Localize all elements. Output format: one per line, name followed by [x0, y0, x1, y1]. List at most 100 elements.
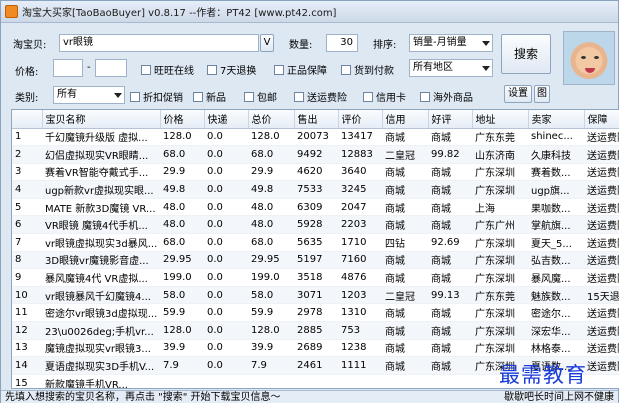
table-cell: 5928	[294, 215, 338, 235]
table-row[interactable]: 10 vr眼镜暴风千幻魔镜4... 58.0 0.0 58.0 3071 1203 二皇冠 99…	[12, 286, 619, 305]
table-cell: 128.0	[160, 128, 204, 147]
table-cell: 送运费险	[584, 251, 619, 270]
checkbox-overseas[interactable]: 海外商品	[420, 89, 473, 104]
table-cell: 魅族数...	[528, 286, 584, 305]
column-header[interactable]: 售出	[294, 110, 339, 129]
table-cell: 3518	[294, 268, 338, 287]
table-cell: 4	[12, 180, 42, 199]
settings-button[interactable]: 设置	[504, 85, 532, 103]
table-cell: 送运费险	[584, 233, 619, 252]
checkbox-box[interactable]	[244, 91, 254, 102]
table-cell: 0.0	[204, 128, 248, 147]
column-header[interactable]: 地址	[472, 110, 529, 129]
column-header[interactable]: 价格	[160, 110, 205, 129]
watermark-logo: 最需教育	[499, 363, 587, 387]
region-select[interactable]: 所有地区	[409, 59, 493, 77]
table-cell: 魔镜虚拟现实vr眼镜3...	[42, 339, 160, 358]
table-cell: 商城	[382, 128, 428, 147]
table-cell: 二皇冠	[382, 145, 428, 164]
table-row[interactable]: 5 MATE 新款3D魔镜 VR... 48.0 0.0 48.0 6309 2047 商城商…	[12, 198, 619, 217]
table-cell: 3D眼镜vr魔镜影音虚...	[42, 251, 160, 270]
table-cell: 58.0	[248, 286, 294, 305]
table-row[interactable]: 7 vr眼镜虚拟现实3d暴风... 68.0 0.0 68.0 5635 1710 四钻 92.…	[12, 233, 619, 252]
table-cell: 3071	[294, 286, 338, 305]
checkbox-7day-return[interactable]: 7天退换	[207, 62, 256, 77]
table-cell: 0.0	[204, 286, 248, 305]
checkbox-new[interactable]: 新品	[193, 89, 226, 104]
column-header[interactable]: 保障	[584, 110, 619, 129]
column-header[interactable]: 快递	[204, 110, 249, 129]
table-cell: 商城	[428, 163, 472, 182]
table-cell: 7533	[294, 180, 338, 199]
search-input[interactable]: vr眼镜	[59, 34, 259, 52]
checkbox-label: 海外商品	[433, 93, 473, 104]
checkbox-shipping-insurance[interactable]: 送运费险	[294, 89, 347, 104]
table-row[interactable]: 1 千幻魔镜升级版 虚拟... 128.0 0.0 128.0 20073 13417 商城商…	[12, 128, 619, 147]
table-cell: 29.95	[160, 251, 204, 270]
table-cell: 2203	[338, 215, 382, 235]
chevron-down-icon	[482, 41, 490, 46]
checkbox-discount[interactable]: 折扣促销	[130, 89, 183, 104]
keyword-history-button[interactable]: V	[260, 34, 274, 52]
app-window: 淘宝大买家[TaoBaoBuyer] v0.8.17 --作者：PT42 [ww…	[0, 0, 619, 403]
checkbox-free-shipping[interactable]: 包邮	[244, 89, 277, 104]
table-row[interactable]: 2 幻侣虚拟现实VR眼睛... 68.0 0.0 68.0 9492 12883 二皇冠 99.…	[12, 145, 619, 164]
table-row[interactable]: 6 VR眼镜 魔镜4代手机... 48.0 0.0 48.0 5928 2203 商城 商城 广东…	[12, 215, 619, 235]
table-row[interactable]: 4 ugp新款vr虚拟现实眼... 49.8 0.0 49.8 7533 3245 商城 商城广…	[12, 180, 619, 199]
column-header[interactable]: 宝贝名称	[42, 110, 161, 129]
table-cell: 48.0	[160, 198, 204, 217]
table-row[interactable]: 12 23\u0026deg;手机vr... 128.0 0.0 128.0 2885 75…	[12, 321, 619, 340]
table-row[interactable]: 11 密途尔vr眼镜3d虚拟现... 59.9 0.0 59.9 2978 1310 商城 商城…	[12, 303, 619, 323]
column-header[interactable]: 好评	[428, 110, 473, 129]
checkbox-label: 货到付款	[354, 66, 394, 77]
image-toggle-button[interactable]: 图	[534, 85, 550, 103]
table-cell: 送运费险	[584, 163, 619, 182]
price-min-input[interactable]	[53, 59, 83, 77]
price-max-input[interactable]	[95, 59, 127, 77]
column-header[interactable]: 总价	[248, 110, 295, 129]
table-cell: 2689	[294, 339, 338, 358]
table-cell: 林格泰...	[528, 339, 584, 358]
column-header[interactable]: 信用	[382, 110, 429, 129]
table-cell: 92.69	[428, 233, 472, 252]
avatar-eye	[581, 56, 586, 59]
column-header[interactable]	[12, 110, 43, 129]
count-input[interactable]: 30	[326, 34, 358, 52]
table-row[interactable]: 3 赛着VR智能夺戴式手... 29.9 0.0 29.9 4620 3640 商城 商城 广东深…	[12, 163, 619, 182]
checkbox-credit-card[interactable]: 信用卡	[363, 89, 406, 104]
search-button[interactable]: 搜索	[501, 34, 551, 74]
sort-select[interactable]: 销量-月销量	[409, 34, 493, 52]
table-cell: 49.8	[160, 180, 204, 199]
status-text-left: 先填入想搜索的宝贝名称，再点击 "搜索" 开始下载宝贝信息～	[5, 392, 281, 403]
table-cell: 5197	[294, 251, 338, 270]
table-row[interactable]: 9 暴风魔镜4代 VR虚拟... 199.0 0.0 199.0 3518 4876 商城 商城…	[12, 268, 619, 287]
checkbox-box[interactable]	[207, 64, 217, 75]
checkbox-genuine[interactable]: 正品保障	[274, 62, 327, 77]
checkbox-box[interactable]	[420, 91, 430, 102]
checkbox-box[interactable]	[193, 91, 203, 102]
checkbox-box[interactable]	[141, 64, 151, 75]
table-row[interactable]: 8 3D眼镜vr魔镜影音虚... 29.95 0.0 29.95 5197 7160 商城 商城…	[12, 251, 619, 270]
checkbox-box[interactable]	[130, 91, 140, 102]
table-cell: 29.9	[248, 163, 294, 182]
checkbox-box[interactable]	[294, 91, 304, 102]
checkbox-box[interactable]	[363, 91, 373, 102]
table-cell: 广东深圳	[472, 180, 528, 199]
table-cell: 0.0	[204, 215, 248, 235]
table-cell: 128.0	[248, 321, 294, 340]
table-cell: 商城	[428, 180, 472, 199]
checkbox-box[interactable]	[341, 64, 351, 75]
column-header[interactable]: 卖家	[528, 110, 585, 129]
table-cell: 9492	[294, 145, 338, 164]
table-cell: 广东深圳	[472, 163, 528, 182]
column-header[interactable]: 评价	[338, 110, 383, 129]
table-cell: 新款魔镜手机VR...	[42, 374, 160, 388]
checkbox-box[interactable]	[274, 64, 284, 75]
checkbox-wangwang-online[interactable]: 旺旺在线	[141, 62, 194, 77]
table-row[interactable]: 13 魔镜虚拟现实vr眼镜3... 39.9 0.0 39.9 2689 1238 商城 商城广…	[12, 339, 619, 358]
table-cell: 12	[12, 321, 42, 340]
checkbox-cod[interactable]: 货到付款	[341, 62, 394, 77]
table-cell: 1310	[338, 303, 382, 323]
category-select[interactable]: 所有	[53, 86, 125, 104]
results-table: 宝贝名称 价格 快递 总价 售出 评价 信用 好评 地址 卖家 保障 1 千幻魔镜升级版 虚拟... 1…	[11, 109, 619, 389]
